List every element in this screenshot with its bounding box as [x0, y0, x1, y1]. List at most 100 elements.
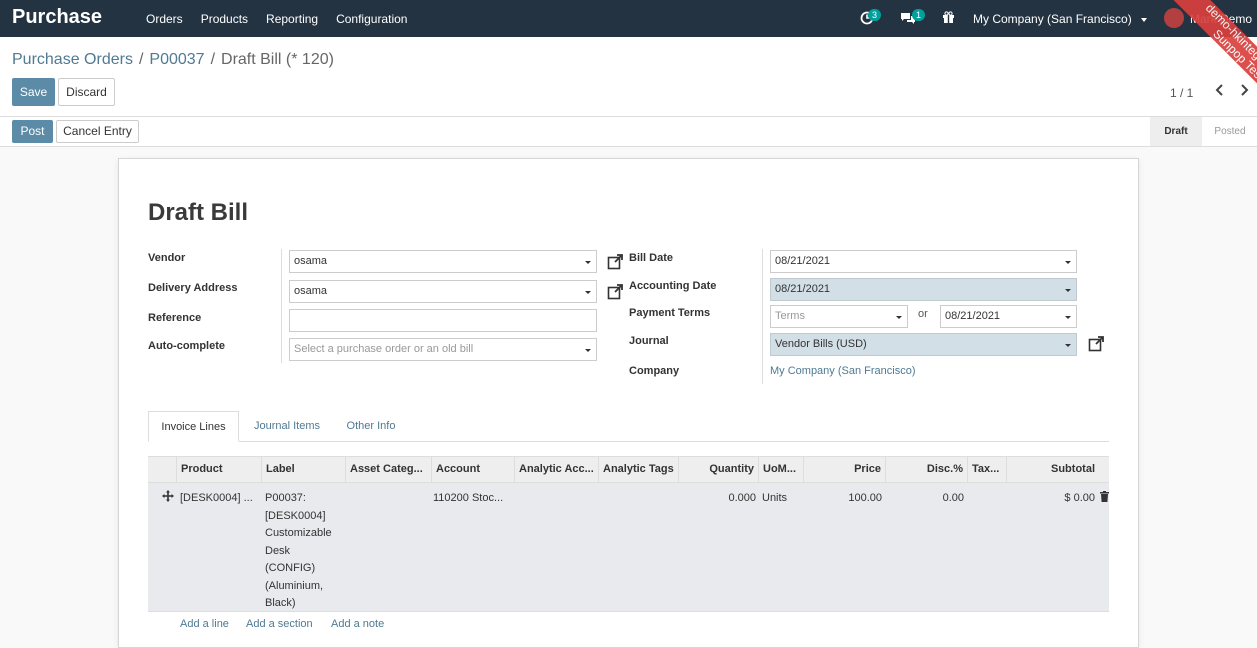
cell-label[interactable]: P00037: [DESK0004] Customizable Desk (CO…	[265, 490, 345, 613]
table-header: Product Label Asset Categ... Account Ana…	[148, 456, 1109, 483]
breadcrumb-purchase-orders[interactable]: Purchase Orders	[12, 51, 133, 68]
bill-date-field[interactable]: 08/21/2021	[770, 250, 1077, 273]
column-discount[interactable]: Disc.%	[885, 457, 967, 482]
discard-button[interactable]: Discard	[58, 78, 115, 106]
stage-posted[interactable]: Posted	[1204, 117, 1256, 146]
label-line: (Aluminium,	[265, 579, 324, 592]
chevron-left-icon[interactable]	[1212, 82, 1228, 98]
stage-draft: Draft	[1150, 117, 1202, 146]
column-subtotal[interactable]: Subtotal	[1006, 457, 1099, 482]
journal-label: Journal	[629, 335, 669, 347]
external-link-icon[interactable]	[607, 283, 624, 300]
table-row[interactable]: [DESK0004] ... P00037: [DESK0004] Custom…	[148, 483, 1109, 612]
pager-value[interactable]: 1 / 1	[1170, 86, 1193, 100]
menu-products[interactable]: Products	[192, 0, 257, 37]
menu-reporting[interactable]: Reporting	[257, 0, 327, 37]
company-link[interactable]: My Company (San Francisco)	[770, 365, 916, 377]
menu-configuration[interactable]: Configuration	[327, 0, 416, 37]
company-label: Company	[629, 365, 680, 377]
main-menu: Orders Products Reporting Configuration	[137, 0, 416, 37]
column-asset-category[interactable]: Asset Categ...	[345, 457, 431, 482]
caret-down-icon	[585, 261, 591, 264]
company-switcher[interactable]: My Company (San Francisco)	[973, 12, 1148, 26]
cancel-entry-button[interactable]: Cancel Entry	[56, 120, 139, 143]
control-panel: Purchase Orders / P00037 / Draft Bill (* 120…	[0, 37, 1257, 117]
payment-terms-label: Payment Terms	[629, 307, 711, 319]
drag-handle-icon[interactable]	[162, 490, 174, 502]
column-taxes[interactable]: Tax...	[967, 457, 1006, 482]
external-link-icon[interactable]	[1088, 335, 1105, 352]
cell-product[interactable]: [DESK0004] ...	[180, 490, 260, 508]
menu-orders[interactable]: Orders	[137, 0, 192, 37]
breadcrumb: Purchase Orders / P00037 / Draft Bill (* 120…	[12, 51, 334, 69]
vendor-label: Vendor	[148, 252, 186, 264]
tab-other-info[interactable]: Other Info	[334, 411, 408, 442]
column-label[interactable]: Label	[261, 457, 345, 482]
caret-down-icon	[1141, 17, 1148, 22]
user-menu[interactable]: Mark Demo	[1190, 12, 1252, 26]
column-uom[interactable]: UoM...	[758, 457, 803, 482]
add-note-link[interactable]: Add a note	[331, 618, 384, 630]
accounting-date-field[interactable]: 08/21/2021	[770, 278, 1077, 301]
label-line: P00037:	[265, 492, 306, 504]
label-line: (CONFIG)	[265, 562, 316, 574]
caret-down-icon	[1065, 316, 1071, 319]
column-price[interactable]: Price	[803, 457, 885, 482]
accounting-date-value: 08/21/2021	[775, 283, 831, 295]
user-avatar[interactable]	[1164, 8, 1184, 28]
gift-icon[interactable]	[942, 11, 955, 24]
group-divider	[762, 249, 763, 384]
cell-account[interactable]: 110200 Stoc...	[433, 490, 513, 508]
add-line-link[interactable]: Add a line	[180, 618, 229, 630]
payment-terms-field[interactable]: Terms	[770, 305, 908, 328]
due-date-value: 08/21/2021	[945, 310, 1001, 322]
trash-icon[interactable]	[1100, 491, 1109, 502]
label-line: [DESK0004]	[265, 509, 326, 522]
breadcrumb-separator: /	[138, 51, 144, 68]
column-account[interactable]: Account	[431, 457, 514, 482]
vendor-value: osama	[294, 255, 328, 267]
autocomplete-field[interactable]: Select a purchase order or an old bill	[289, 338, 597, 361]
column-product[interactable]: Product	[176, 457, 261, 482]
chevron-right-icon[interactable]	[1236, 82, 1252, 98]
breadcrumb-order[interactable]: P00037	[149, 51, 204, 68]
activity-badge: 3	[868, 9, 882, 21]
reference-label: Reference	[148, 312, 202, 324]
column-quantity[interactable]: Quantity	[678, 457, 758, 482]
form-sheet: Draft Bill Vendor osama Delivery Address…	[118, 158, 1139, 648]
label-line: Desk	[265, 544, 291, 557]
reference-input[interactable]	[289, 309, 597, 332]
delivery-address-field[interactable]: osama	[289, 280, 597, 303]
due-date-field[interactable]: 08/21/2021	[940, 305, 1077, 328]
app-name[interactable]: Purchase	[12, 6, 102, 29]
tab-invoice-lines[interactable]: Invoice Lines	[148, 411, 239, 442]
cell-subtotal[interactable]: $ 0.00	[1006, 490, 1095, 508]
save-button[interactable]: Save	[12, 78, 55, 106]
group-divider	[281, 249, 282, 363]
autocomplete-label: Auto-complete	[148, 340, 225, 352]
external-link-icon[interactable]	[607, 253, 624, 270]
activity-button[interactable]: 3	[858, 0, 888, 37]
cell-price[interactable]: 100.00	[803, 490, 882, 508]
caret-down-icon	[896, 316, 902, 319]
top-navbar: Purchase Orders Products Reporting Confi…	[0, 0, 1257, 37]
label-line: Black)	[265, 597, 296, 609]
vendor-field[interactable]: osama	[289, 250, 597, 273]
bill-date-label: Bill Date	[629, 252, 674, 264]
post-button[interactable]: Post	[12, 120, 53, 143]
caret-down-icon	[1065, 344, 1071, 347]
notebook-tabs: Invoice Lines Journal Items Other Info	[148, 411, 1109, 442]
journal-field[interactable]: Vendor Bills (USD)	[770, 333, 1077, 356]
messages-button[interactable]: 1	[900, 0, 930, 37]
cell-quantity[interactable]: 0.000	[678, 490, 756, 508]
status-bar: Post Cancel Entry Draft Posted	[0, 117, 1257, 147]
column-analytic-tags[interactable]: Analytic Tags	[598, 457, 678, 482]
column-analytic-account[interactable]: Analytic Acc...	[514, 457, 598, 482]
cell-uom[interactable]: Units	[762, 490, 802, 508]
add-section-link[interactable]: Add a section	[246, 618, 313, 630]
tab-journal-items[interactable]: Journal Items	[242, 411, 332, 442]
company-name: My Company (San Francisco)	[973, 12, 1132, 26]
or-text: or	[918, 308, 928, 320]
autocomplete-placeholder: Select a purchase order or an old bill	[294, 343, 474, 355]
cell-discount[interactable]: 0.00	[885, 490, 964, 508]
